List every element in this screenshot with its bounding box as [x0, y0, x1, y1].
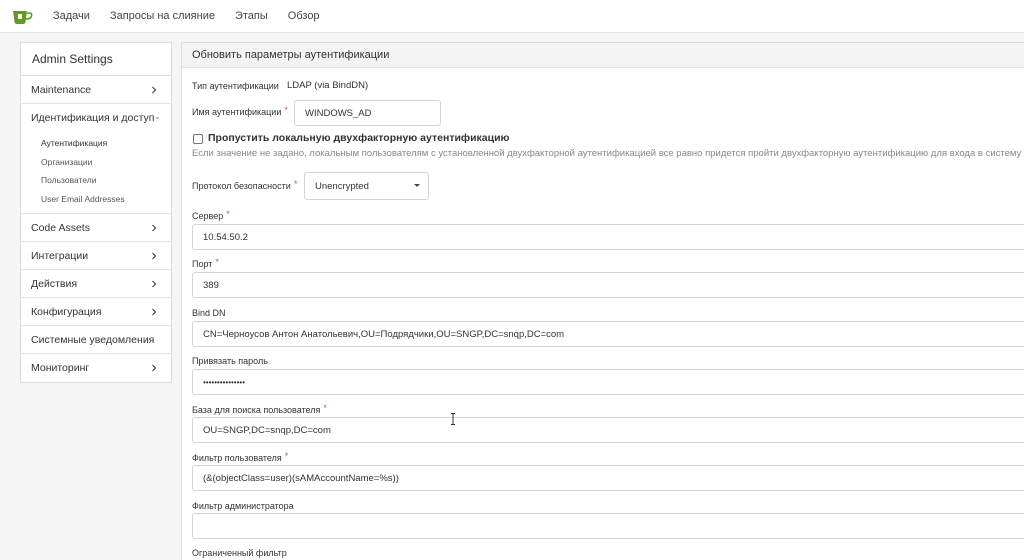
- sidebar-subitem-users[interactable]: Пользователи: [41, 171, 171, 190]
- user-filter-input[interactable]: (&(objectClass=user)(sAMAccountName=%s)): [192, 465, 1024, 491]
- sidebar-item-code-assets[interactable]: Code Assets: [21, 214, 171, 242]
- server-input[interactable]: 10.54.50.2: [192, 224, 1024, 250]
- sidebar-item-integrations[interactable]: Интеграции: [21, 242, 171, 270]
- user-search-base-label: База для поиска пользователя *: [192, 403, 327, 415]
- sidebar-item-label: Maintenance: [31, 83, 92, 96]
- sidebar-subitem-authentication[interactable]: Аутентификация: [41, 134, 171, 153]
- admin-filter-label: Фильтр администратора: [192, 501, 294, 511]
- port-label: Порт *: [192, 257, 219, 269]
- sidebar-item-label: Действия: [31, 277, 78, 290]
- admin-filter-input[interactable]: [192, 513, 1024, 539]
- bind-dn-input[interactable]: CN=Черноусов Антон Анатольевич,OU=Подряд…: [192, 321, 1024, 347]
- auth-name-input[interactable]: WINDOWS_AD: [294, 100, 441, 126]
- auth-type-label: Тип аутентификации: [192, 81, 279, 91]
- bind-dn-label: Bind DN: [192, 308, 226, 318]
- nav-pull-requests-link[interactable]: Запросы на слияние: [110, 10, 215, 22]
- caret-down-icon: [414, 184, 420, 187]
- sidebar-item-label: Конфигурация: [31, 305, 102, 318]
- required-marker: *: [215, 257, 219, 267]
- sidebar-item-label: Интеграции: [31, 249, 89, 262]
- sidebar-item-maintenance[interactable]: Maintenance: [21, 76, 171, 104]
- chevron-right-icon: [152, 86, 157, 93]
- bind-password-label: Привязать пароль: [192, 356, 268, 366]
- sidebar-subitem-organizations[interactable]: Организации: [41, 153, 171, 172]
- skip-2fa-checkbox[interactable]: [193, 134, 203, 144]
- auth-name-label: Имя аутентификации *: [192, 105, 288, 117]
- sidebar-item-actions[interactable]: Действия: [21, 270, 171, 298]
- chevron-right-icon: [152, 364, 157, 372]
- chevron-right-icon: [152, 308, 157, 315]
- security-protocol-select[interactable]: Unencrypted: [304, 172, 429, 200]
- sidebar-item-monitoring[interactable]: Мониторинг: [21, 354, 171, 382]
- sidebar-item-label: Идентификация и доступ: [31, 112, 155, 124]
- port-input[interactable]: 389: [192, 272, 1024, 298]
- required-marker: *: [284, 451, 289, 461]
- nav-issues-link[interactable]: Задачи: [53, 10, 90, 22]
- sidebar-item-label: Мониторинг: [31, 362, 90, 374]
- sidebar-item-label: Системные уведомления: [31, 333, 155, 346]
- auth-settings-panel: Обновить параметры аутентификации Тип ау…: [181, 42, 1024, 560]
- server-label: Сервер *: [192, 209, 230, 221]
- top-navbar: Задачи Запросы на слияние Этапы Обзор: [0, 0, 1024, 33]
- admin-sidebar: Admin Settings Maintenance Идентификация…: [20, 42, 172, 383]
- restricted-filter-label: Ограниченный фильтр: [192, 548, 287, 558]
- chevron-down-icon: [155, 117, 159, 120]
- chevron-right-icon: [152, 252, 157, 259]
- sidebar-item-configuration[interactable]: Конфигурация: [21, 298, 171, 326]
- required-marker: *: [323, 403, 327, 413]
- sidebar-item-system-notices[interactable]: Системные уведомления: [21, 326, 171, 354]
- sidebar-submenu: Аутентификация Организации Пользователи …: [21, 132, 171, 214]
- user-search-base-input[interactable]: OU=SNGP,DC=snqp,DC=com: [192, 417, 1024, 443]
- sidebar-item-identity-access[interactable]: Идентификация и доступ: [21, 104, 171, 132]
- sidebar-item-label: Code Assets: [31, 221, 90, 234]
- skip-2fa-hint: Если значение не задано, локальным польз…: [192, 148, 1022, 159]
- sidebar-header: Admin Settings: [21, 43, 171, 76]
- bind-password-input[interactable]: •••••••••••••••: [192, 369, 1024, 395]
- required-marker: *: [226, 209, 230, 219]
- text-cursor-icon: [451, 413, 455, 425]
- required-marker: *: [284, 105, 288, 115]
- nav-milestones-link[interactable]: Этапы: [235, 10, 268, 22]
- panel-title: Обновить параметры аутентификации: [182, 43, 1024, 68]
- user-filter-label: Фильтр пользователя *: [192, 451, 289, 463]
- nav-explore-link[interactable]: Обзор: [288, 10, 320, 22]
- auth-type-value: LDAP (via BindDN): [287, 80, 369, 91]
- required-marker: *: [293, 179, 298, 189]
- chevron-right-icon: [152, 280, 157, 287]
- skip-2fa-label[interactable]: Пропустить локальную двухфакторную аутен…: [208, 132, 510, 144]
- security-protocol-value: Unencrypted: [315, 180, 369, 192]
- sidebar-subitem-user-emails[interactable]: User Email Addresses: [41, 190, 171, 209]
- chevron-right-icon: [152, 224, 157, 231]
- security-protocol-label: Протокол безопасности *: [192, 179, 298, 191]
- gitea-logo-icon[interactable]: [11, 7, 33, 25]
